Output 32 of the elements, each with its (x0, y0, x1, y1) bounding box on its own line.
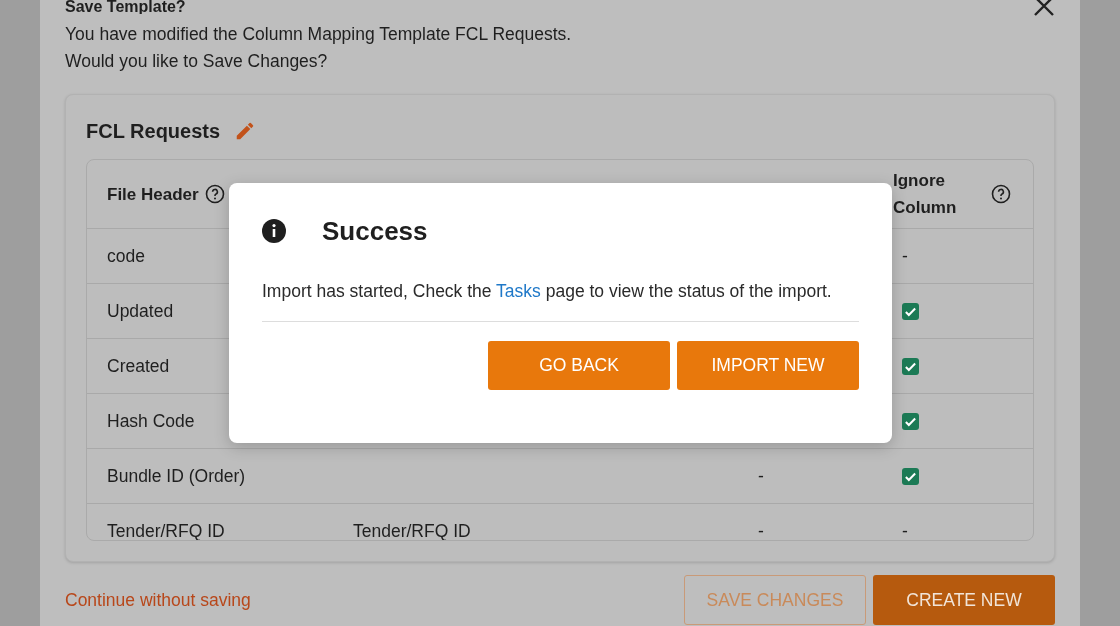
table-cell: Updated (107, 300, 174, 322)
table-cell: Tender/RFQ ID (107, 520, 225, 540)
close-icon[interactable] (1032, 0, 1056, 18)
continue-link[interactable]: Continue without saving (65, 589, 677, 611)
checkbox[interactable] (902, 467, 919, 485)
help-icon[interactable] (204, 184, 225, 204)
popup-title: Success (322, 215, 428, 247)
import-button[interactable]: IMPORT NEW (677, 341, 859, 390)
checkbox[interactable] (902, 412, 919, 430)
template-name: FCL Requests (86, 119, 221, 143)
column-header: Ignore Column (893, 170, 958, 219)
table-cell: Created (107, 355, 170, 377)
checkbox[interactable] (902, 302, 919, 320)
table-cell: - (902, 520, 908, 540)
checkbox[interactable] (902, 357, 919, 375)
dialog-message: You have modified the Column Mapping Template FCL Requests. (65, 23, 573, 46)
back-button[interactable]: GO BACK (488, 341, 670, 390)
info-icon (262, 219, 286, 243)
save-button[interactable]: SAVE CHANGES (684, 575, 866, 625)
column-header: File Header (107, 183, 199, 206)
table-cell: - (758, 465, 764, 487)
table-cell: - (758, 520, 764, 540)
table-cell: code (107, 245, 145, 267)
table-cell: Tender/RFQ ID (353, 520, 471, 540)
table-cell: Hash Code (107, 410, 195, 432)
table-cell: Bundle ID (Order) (107, 465, 246, 487)
create-button[interactable]: CREATE NEW (873, 575, 1055, 625)
dialog-message: Would you like to Save Changes? (65, 50, 329, 73)
table-cell: - (902, 245, 908, 267)
help-icon[interactable] (991, 184, 1011, 204)
popup-message: Import has started, Check the Tasks page to view the status of the import. (262, 281, 833, 302)
tasks-link[interactable]: Tasks (496, 281, 541, 301)
